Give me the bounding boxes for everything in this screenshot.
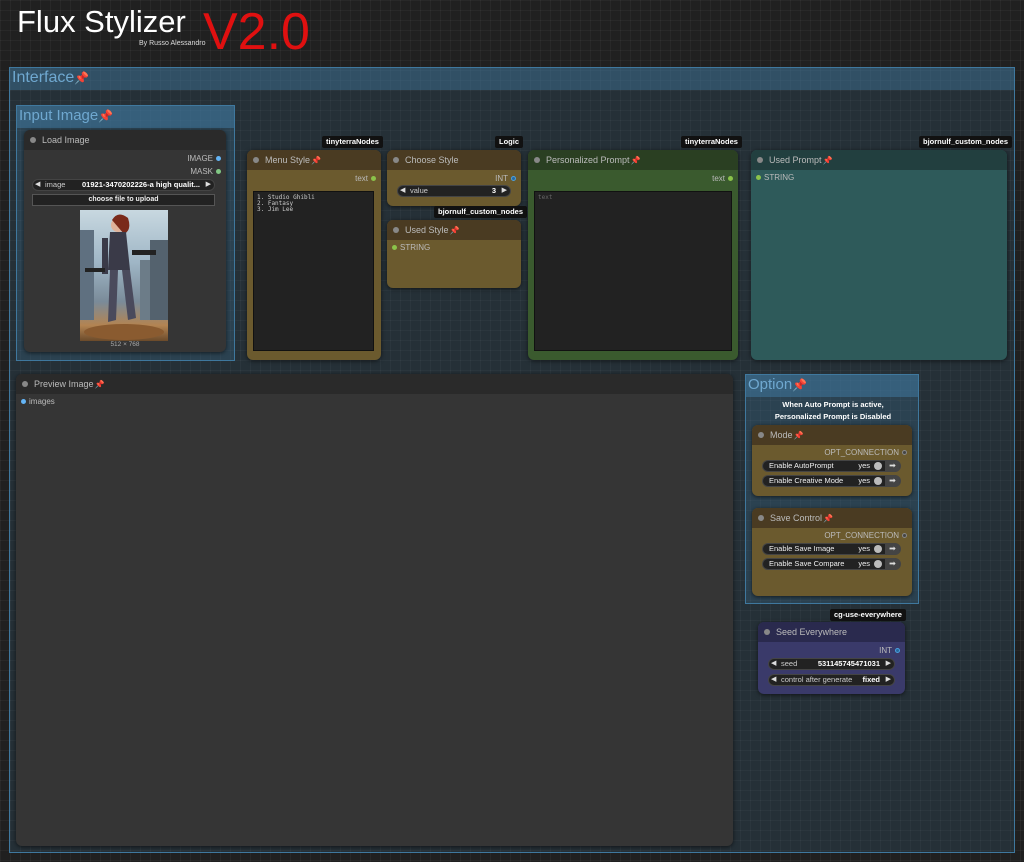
- collapse-dot[interactable]: [393, 227, 399, 233]
- node-title: Save Control: [770, 513, 823, 523]
- arrow-right-icon[interactable]: ➡: [885, 460, 900, 472]
- collapse-dot[interactable]: [22, 381, 28, 387]
- app-title: Flux Stylizer: [17, 4, 186, 39]
- node-badge: Logic: [495, 136, 523, 148]
- node-title: Used Prompt: [769, 155, 822, 165]
- option-note-line1: When Auto Prompt is active,: [782, 400, 884, 409]
- node-title: Used Style: [405, 225, 449, 235]
- control-after-generate-select[interactable]: ◀ control after generate fixed ▶: [768, 674, 895, 686]
- arrow-right-icon[interactable]: ▶: [502, 186, 507, 196]
- node-title: Mode: [770, 430, 793, 440]
- node-badge: bjornulf_custom_nodes: [919, 136, 1013, 148]
- output-int[interactable]: INT: [495, 174, 516, 183]
- prompt-textarea[interactable]: text: [534, 191, 732, 351]
- node-preview-image[interactable]: Preview Image📌 images: [16, 374, 733, 846]
- collapse-dot[interactable]: [758, 432, 764, 438]
- node-title: Personalized Prompt: [546, 155, 630, 165]
- option-note-line2: Personalized Prompt is Disabled: [774, 412, 892, 421]
- arrow-right-icon[interactable]: ➡: [885, 475, 900, 487]
- toggle-knob: [874, 560, 882, 568]
- pin-icon: 📌: [822, 156, 833, 165]
- character-illustration: [80, 214, 168, 340]
- collapse-dot[interactable]: [534, 157, 540, 163]
- pin-icon: 📌: [94, 380, 105, 389]
- output-image[interactable]: IMAGE: [187, 154, 221, 163]
- node-badge: cg-use-everywhere: [830, 609, 906, 621]
- arrow-right-icon[interactable]: ➡: [885, 543, 900, 555]
- output-mask[interactable]: MASK: [190, 167, 221, 176]
- collapse-dot[interactable]: [253, 157, 259, 163]
- node-mode[interactable]: Mode📌 OPT_CONNECTION Enable AutoPrompt y…: [752, 425, 912, 496]
- node-choose-style[interactable]: Choose Style INT ◀ value 3 ▶: [387, 150, 521, 206]
- node-personalized-prompt[interactable]: Personalized Prompt📌 text text: [528, 150, 738, 360]
- arrow-right-icon[interactable]: ▶: [886, 659, 891, 669]
- group-title: Input Image: [19, 107, 99, 124]
- image-preview: [80, 210, 168, 341]
- toggle-enable-save-image[interactable]: Enable Save Image yes ➡: [762, 543, 901, 555]
- pin-icon: 📌: [449, 226, 460, 235]
- node-load-image[interactable]: Load Image IMAGE MASK ◀ image 01921-3470…: [24, 130, 226, 352]
- pin-icon: 📌: [792, 378, 808, 392]
- node-title: Preview Image: [34, 379, 94, 389]
- arrow-left-icon[interactable]: ◀: [400, 186, 405, 196]
- image-select[interactable]: ◀ image 01921-3470202226-a high qualit..…: [32, 179, 215, 191]
- pin-icon: 📌: [630, 156, 641, 165]
- node-used-prompt[interactable]: Used Prompt📌 STRING: [751, 150, 1007, 360]
- input-string[interactable]: STRING: [756, 173, 794, 182]
- collapse-dot[interactable]: [30, 137, 36, 143]
- pin-icon: 📌: [98, 109, 114, 123]
- output-int[interactable]: INT: [879, 646, 900, 655]
- arrow-left-icon[interactable]: ◀: [771, 659, 776, 669]
- node-badge: tinyterraNodes: [681, 136, 742, 148]
- value-stepper[interactable]: ◀ value 3 ▶: [397, 185, 511, 197]
- toggle-knob: [874, 462, 882, 470]
- pin-icon: 📌: [311, 156, 321, 165]
- group-title: Interface: [12, 69, 75, 86]
- upload-button[interactable]: choose file to upload: [32, 194, 215, 206]
- app-byline: By Russo Alessandro: [139, 40, 206, 47]
- toggle-knob: [874, 545, 882, 553]
- node-title: Seed Everywhere: [776, 627, 848, 637]
- app-version: V2.0: [203, 3, 310, 61]
- output-text[interactable]: text: [712, 174, 733, 183]
- arrow-left-icon[interactable]: ◀: [771, 675, 776, 685]
- group-title: Option: [748, 376, 793, 393]
- node-used-style[interactable]: Used Style📌 STRING: [387, 220, 521, 288]
- pin-icon: 📌: [74, 71, 90, 85]
- node-title: Choose Style: [405, 155, 459, 165]
- arrow-right-icon[interactable]: ▶: [886, 675, 891, 685]
- output-opt-connection[interactable]: OPT_CONNECTION: [824, 448, 907, 457]
- arrow-right-icon[interactable]: ➡: [885, 558, 900, 570]
- input-string[interactable]: STRING: [392, 243, 430, 252]
- collapse-dot[interactable]: [764, 629, 770, 635]
- collapse-dot[interactable]: [393, 157, 399, 163]
- collapse-dot[interactable]: [758, 515, 764, 521]
- arrow-right-icon[interactable]: ▶: [206, 180, 211, 190]
- node-title: Load Image: [42, 135, 90, 145]
- node-menu-style[interactable]: Menu Style📌 text 1. Studio Ghibli 2. Fan…: [247, 150, 381, 360]
- pin-icon: 📌: [793, 431, 804, 440]
- seed-stepper[interactable]: ◀ seed 531145745471031 ▶: [768, 658, 895, 670]
- node-badge: tinyterraNodes: [322, 136, 383, 148]
- toggle-enable-autoprompt[interactable]: Enable AutoPrompt yes ➡: [762, 460, 901, 472]
- node-title: Menu Style: [265, 155, 311, 165]
- pin-icon: 📌: [823, 514, 833, 523]
- toggle-enable-creative-mode[interactable]: Enable Creative Mode yes ➡: [762, 475, 901, 487]
- collapse-dot[interactable]: [757, 157, 763, 163]
- output-opt-connection[interactable]: OPT_CONNECTION: [824, 531, 907, 540]
- image-size-label: 512 × 768: [110, 341, 140, 348]
- node-seed-everywhere[interactable]: Seed Everywhere INT ◀ seed 5311457454710…: [758, 622, 905, 694]
- input-images[interactable]: images: [21, 397, 55, 406]
- toggle-enable-save-compare[interactable]: Enable Save Compare yes ➡: [762, 558, 901, 570]
- menu-style-textarea[interactable]: 1. Studio Ghibli 2. Fantasy 3. Jim Lee: [253, 191, 374, 351]
- node-badge: bjornulf_custom_nodes: [434, 206, 528, 218]
- toggle-knob: [874, 477, 882, 485]
- node-save-control[interactable]: Save Control📌 OPT_CONNECTION Enable Save…: [752, 508, 912, 596]
- arrow-left-icon[interactable]: ◀: [35, 180, 40, 190]
- output-text[interactable]: text: [355, 174, 376, 183]
